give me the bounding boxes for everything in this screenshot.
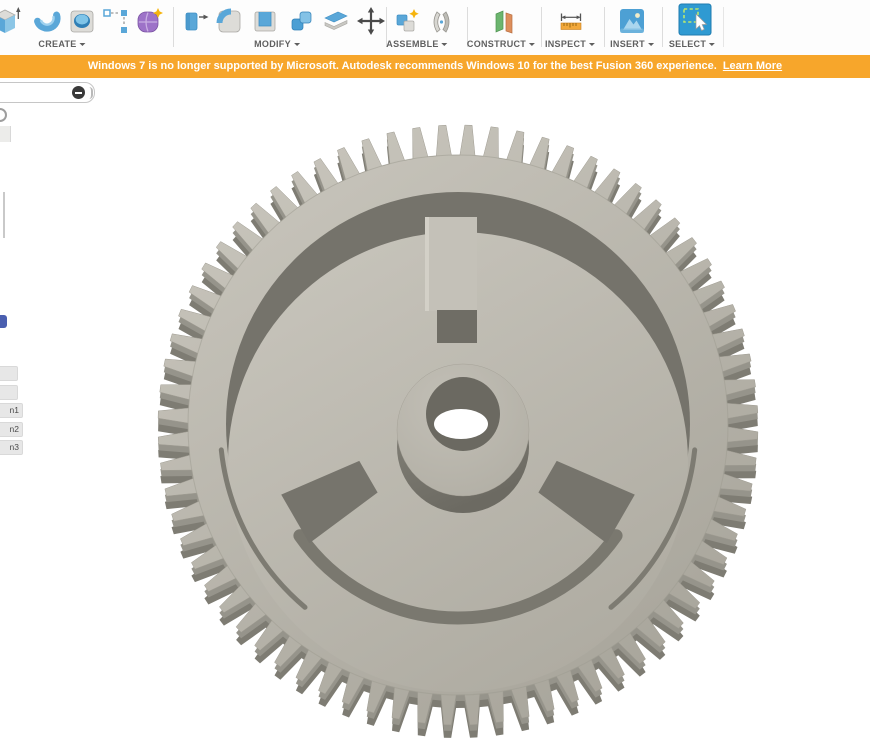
chevron-down-icon bbox=[709, 43, 716, 46]
group-label: MODIFY bbox=[254, 39, 291, 49]
construct-plane-icon[interactable] bbox=[489, 6, 519, 36]
joint-icon[interactable] bbox=[426, 6, 456, 36]
learn-more-link[interactable]: Learn More bbox=[723, 60, 782, 72]
gear-key-pocket bbox=[437, 310, 477, 343]
chevron-down-icon bbox=[529, 43, 536, 46]
browser-row-fragment[interactable] bbox=[0, 366, 18, 381]
tree-guide-line bbox=[3, 192, 5, 238]
gear-bore-floor bbox=[434, 409, 488, 439]
group-label: ASSEMBLE bbox=[386, 39, 439, 49]
gear-model[interactable] bbox=[157, 124, 759, 738]
toolbar-group-insert[interactable]: INSERT bbox=[610, 39, 654, 49]
collapse-icon[interactable] bbox=[72, 86, 85, 99]
chevron-down-icon bbox=[647, 43, 654, 46]
group-label: CREATE bbox=[38, 39, 77, 49]
select-icon[interactable] bbox=[678, 3, 712, 36]
press-pull-icon[interactable] bbox=[180, 6, 210, 36]
shell-icon[interactable] bbox=[250, 6, 280, 36]
chevron-down-icon bbox=[589, 43, 596, 46]
insert-canvas-icon[interactable] bbox=[617, 6, 647, 36]
new-component-icon[interactable] bbox=[392, 6, 422, 36]
fusion360-window: { "toolbar": { "groups": [ {"label": "CR… bbox=[0, 0, 870, 743]
toolbar: CREATE MODIFY ASSEMBLE CONSTRUCT INSPECT… bbox=[0, 0, 870, 55]
toolbar-group-construct[interactable]: CONSTRUCT bbox=[466, 39, 536, 49]
group-label: SELECT bbox=[668, 39, 707, 49]
combine-icon[interactable] bbox=[287, 6, 317, 36]
group-label: CONSTRUCT bbox=[466, 39, 527, 49]
browser-search-box[interactable] bbox=[0, 82, 95, 103]
toolbar-separator bbox=[173, 7, 174, 47]
model-viewport[interactable] bbox=[0, 0, 870, 743]
toolbar-separator bbox=[604, 7, 605, 47]
browser-row-fragment[interactable]: n3 bbox=[0, 440, 23, 455]
browser-row-fragment[interactable]: n2 bbox=[0, 422, 23, 437]
browser-row-fragment[interactable] bbox=[0, 385, 18, 400]
toolbar-group-assemble[interactable]: ASSEMBLE bbox=[386, 39, 448, 49]
chevron-down-icon bbox=[79, 43, 86, 46]
fillet-icon[interactable] bbox=[214, 6, 244, 36]
toolbar-separator bbox=[541, 7, 542, 47]
group-label: INSPECT bbox=[544, 39, 587, 49]
warning-banner: Windows 7 is no longer supported by Micr… bbox=[0, 55, 870, 78]
gear-key-tab bbox=[425, 217, 477, 311]
gear-key-tab-edge bbox=[425, 217, 429, 311]
group-label: INSERT bbox=[610, 39, 645, 49]
toolbar-group-modify[interactable]: MODIFY bbox=[254, 39, 300, 49]
extrude-icon[interactable] bbox=[0, 6, 21, 36]
hole-icon[interactable] bbox=[67, 6, 97, 36]
chevron-down-icon bbox=[441, 43, 448, 46]
toolbar-group-inspect[interactable]: INSPECT bbox=[544, 39, 596, 49]
browser-row-fragment[interactable]: n1 bbox=[0, 403, 23, 418]
chevron-down-icon bbox=[293, 43, 300, 46]
revolve-icon[interactable] bbox=[33, 6, 63, 36]
measure-icon[interactable] bbox=[556, 6, 586, 36]
move-icon[interactable] bbox=[356, 6, 386, 36]
banner-message: Windows 7 is no longer supported by Micr… bbox=[87, 60, 717, 72]
toolbar-group-select[interactable]: SELECT bbox=[668, 39, 716, 49]
tree-item-fragment bbox=[0, 315, 7, 328]
tree-item-fragment bbox=[0, 126, 11, 142]
sketch-rectangle-icon[interactable] bbox=[100, 6, 130, 36]
form-icon[interactable] bbox=[134, 6, 164, 36]
panel-resize-handle[interactable] bbox=[87, 87, 93, 99]
toolbar-separator bbox=[723, 7, 724, 47]
toolbar-separator bbox=[662, 7, 663, 47]
offset-face-icon[interactable] bbox=[321, 6, 351, 36]
toolbar-group-create[interactable]: CREATE bbox=[38, 39, 86, 49]
